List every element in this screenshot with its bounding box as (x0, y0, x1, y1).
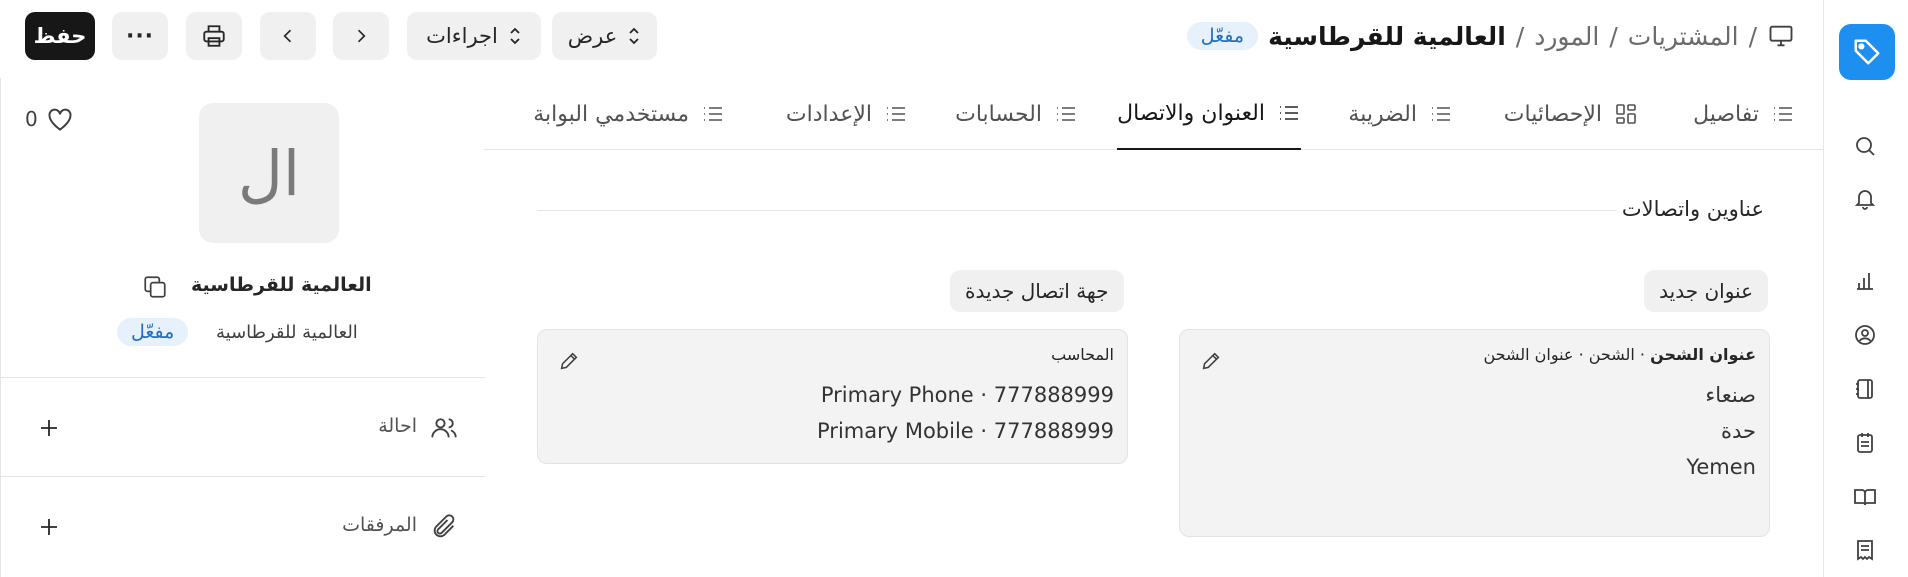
tab-label: مستخدمي البوابة (533, 101, 689, 127)
address-title: عنوان الشحن (1650, 345, 1756, 364)
contact-phone: Primary Phone · 777888999 (820, 383, 1114, 407)
breadcrumb-separator: / (1515, 21, 1525, 51)
next-record-button[interactable] (333, 12, 389, 60)
tab-label: العنوان والاتصال (1117, 100, 1265, 126)
contact-card[interactable]: المحاسب Primary Phone · 777888999 Primar… (537, 329, 1128, 464)
users-icon (429, 413, 459, 443)
previous-record-button[interactable] (260, 12, 316, 60)
record-subtitle: العالمية للقرطاسية (216, 322, 358, 343)
chevron-right-icon (351, 26, 371, 46)
list-icon (701, 102, 725, 126)
address-card[interactable]: عنوان الشحن · الشحن · عنوان الشحن صنعاء … (1179, 329, 1770, 537)
tag-logo-icon[interactable] (1839, 24, 1895, 80)
clipboard-icon[interactable] (1852, 430, 1878, 456)
status-badge: مفعّل (1186, 22, 1259, 50)
actions-menu-button[interactable]: اجراءات (407, 12, 541, 60)
bar-chart-icon[interactable] (1852, 268, 1878, 294)
contact-mobile: Primary Mobile · 777888999 (817, 419, 1114, 443)
search-icon[interactable] (1852, 133, 1878, 159)
save-label: حفظ (33, 24, 87, 48)
avatar[interactable]: ال (199, 103, 339, 243)
more-dots-icon: ··· (125, 23, 155, 49)
list-icon (884, 102, 908, 126)
like-counter[interactable]: 0 (25, 106, 74, 132)
address-card-title: عنوان الشحن · الشحن · عنوان الشحن (1483, 345, 1756, 364)
actions-label: اجراءات (426, 24, 498, 48)
monitor-icon[interactable] (1767, 22, 1795, 50)
contact-card-title: المحاسب (1051, 345, 1114, 364)
add-attachment-icon[interactable] (35, 513, 63, 541)
list-icon (1429, 102, 1453, 126)
record-name: العالمية للقرطاسية (191, 274, 372, 296)
breadcrumb-separator: / (1748, 21, 1757, 51)
bell-icon[interactable] (1852, 186, 1878, 212)
user-circle-icon[interactable] (1852, 322, 1878, 348)
address-line: صنعاء (1705, 383, 1756, 407)
edit-pencil-icon[interactable] (1200, 350, 1222, 372)
assign-section: احالة (1, 377, 485, 476)
save-button[interactable]: حفظ (25, 12, 95, 60)
breadcrumb: / المشتريات / المورد / العالمية للقرطاسي… (1186, 18, 1795, 54)
list-icon (1771, 102, 1795, 126)
likes-count: 0 (25, 107, 38, 131)
tab-label: الإعدادات (785, 101, 872, 127)
section-title: عناوين واتصالات (1621, 197, 1764, 221)
breadcrumb-purchasing[interactable]: المشتريات (1628, 22, 1739, 51)
attachments-section: المرفقات (1, 476, 485, 575)
tab-address-contact[interactable]: العنوان والاتصال (1117, 78, 1301, 150)
new-contact-button[interactable]: جهة اتصال جديدة (950, 270, 1124, 312)
tab-settings[interactable]: الإعدادات (786, 78, 908, 150)
section-divider (537, 210, 1617, 211)
list-icon (1054, 102, 1078, 126)
new-address-button[interactable]: عنوان جديد (1644, 270, 1768, 312)
tab-tax[interactable]: الضريبة (1348, 78, 1453, 150)
chevron-left-icon (278, 26, 298, 46)
grid-icon (1614, 102, 1638, 126)
app-sidebar (1823, 0, 1908, 577)
page-title: العالمية للقرطاسية (1268, 21, 1506, 51)
chevron-updown-icon (508, 26, 522, 46)
view-label: عرض (567, 24, 618, 48)
chevron-updown-icon (627, 26, 641, 46)
tab-accounts[interactable]: الحسابات (955, 78, 1078, 150)
notebook-icon[interactable] (1852, 376, 1878, 402)
address-line: حدة (1720, 419, 1756, 443)
page-header: / المشتريات / المورد / العالمية للقرطاسي… (0, 0, 1823, 72)
heart-icon[interactable] (46, 106, 74, 132)
tab-label: تفاصيل (1693, 101, 1759, 127)
tab-bar: تفاصيل الإحصائيات الضريبة العنوان والاتص… (484, 78, 1823, 150)
tab-details[interactable]: تفاصيل (1693, 78, 1795, 150)
receipt-icon[interactable] (1852, 537, 1878, 563)
list-icon (1277, 101, 1301, 125)
printer-icon (201, 23, 227, 49)
more-options-button[interactable]: ··· (112, 12, 168, 60)
view-menu-button[interactable]: عرض (552, 12, 657, 60)
tab-label: الحسابات (955, 101, 1042, 127)
breadcrumb-supplier[interactable]: المورد (1534, 22, 1599, 51)
address-meta: · الشحن · عنوان الشحن (1483, 345, 1651, 364)
status-badge: مفعّل (117, 318, 189, 346)
edit-pencil-icon[interactable] (558, 350, 580, 372)
tab-label: الضريبة (1348, 101, 1417, 127)
book-open-icon[interactable] (1852, 484, 1878, 510)
print-button[interactable] (186, 12, 242, 60)
record-summary-panel: ال 0 العالمية للقرطاسية العالمية للقرطاس… (0, 78, 485, 577)
copy-icon[interactable] (141, 273, 169, 301)
breadcrumb-separator: / (1609, 21, 1618, 51)
tab-statistics[interactable]: الإحصائيات (1504, 78, 1638, 150)
tab-label: الإحصائيات (1503, 101, 1602, 127)
paperclip-icon (429, 512, 459, 542)
tab-portal-users[interactable]: مستخدمي البوابة (533, 78, 725, 150)
assign-label: احالة (378, 415, 417, 437)
add-assign-icon[interactable] (35, 414, 63, 442)
address-line: Yemen (1686, 455, 1756, 479)
attachments-label: المرفقات (342, 514, 417, 536)
